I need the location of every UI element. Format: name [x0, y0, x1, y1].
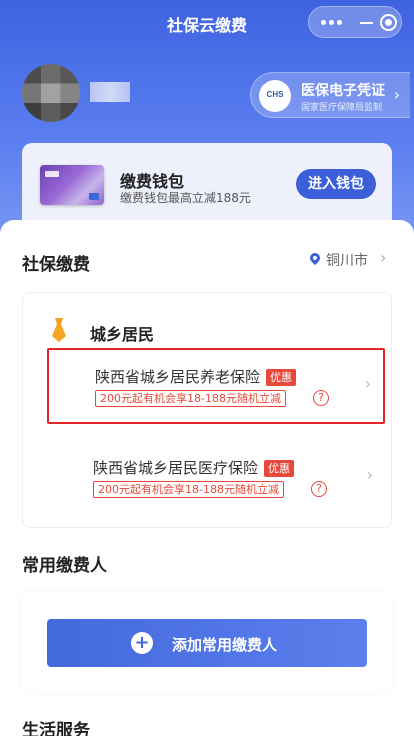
chevron-right-icon: ›: [380, 248, 387, 267]
add-payer-label: 添加常用缴费人: [172, 636, 278, 654]
wallet-description: 缴费钱包最高立减188元: [120, 191, 251, 205]
location-pin-icon: [307, 250, 323, 266]
enter-wallet-button[interactable]: 进入钱包: [296, 169, 376, 199]
chevron-right-icon: ›: [364, 374, 371, 393]
plus-icon: +: [131, 632, 153, 654]
title-bar: 社保云缴费: [0, 0, 414, 44]
help-icon[interactable]: ?: [311, 481, 327, 497]
tie-icon: [52, 318, 66, 342]
chs-logo-icon: CHS: [259, 80, 291, 112]
certificate-subtitle: 国家医疗保障局监制: [301, 103, 383, 113]
medical-insurance-certificate-button[interactable]: CHS 医保电子凭证 国家医疗保障局监制 ›: [250, 72, 410, 118]
minimize-icon[interactable]: [360, 22, 373, 24]
payers-box: + 添加常用缴费人: [22, 592, 392, 692]
avatar: [22, 64, 80, 122]
chevron-right-icon: ›: [366, 465, 373, 484]
main-card: 社保缴费 铜川市 › 城乡居民 陕西省城乡居民养老保险 优惠 200元起有机会享1…: [0, 220, 414, 736]
help-icon[interactable]: ?: [313, 390, 329, 406]
chevron-right-icon: ›: [393, 85, 400, 104]
category-label: 城乡居民: [90, 325, 155, 344]
insurance-name: 陕西省城乡居民医疗保险: [93, 459, 259, 477]
more-icon[interactable]: [321, 20, 343, 26]
certificate-title: 医保电子凭证: [301, 83, 385, 99]
insurance-item-pension[interactable]: 陕西省城乡居民养老保险 优惠 200元起有机会享18-188元随机立减 ? ›: [47, 348, 385, 424]
insurance-name: 陕西省城乡居民养老保险: [95, 368, 261, 386]
location-city: 铜川市: [326, 253, 368, 269]
payers-section-title: 常用缴费人: [22, 556, 107, 576]
discount-badge: 优惠: [264, 460, 295, 477]
insurance-list-box: 城乡居民 陕西省城乡居民养老保险 优惠 200元起有机会享18-188元随机立减 …: [22, 292, 392, 528]
add-payer-button[interactable]: + 添加常用缴费人: [47, 619, 367, 667]
user-name-blurred: [90, 82, 130, 102]
life-services-section-title: 生活服务: [22, 721, 90, 736]
bank-card-image: [40, 165, 104, 205]
close-target-icon[interactable]: [380, 14, 397, 31]
item-name-row: 陕西省城乡居民养老保险 优惠: [95, 366, 297, 387]
insurance-item-medical[interactable]: 陕西省城乡居民医疗保险 优惠 200元起有机会享18-188元随机立减 ? ›: [47, 441, 385, 517]
item-name-row: 陕西省城乡居民医疗保险 优惠: [93, 457, 295, 478]
promo-tag: 200元起有机会享18-188元随机立减: [93, 481, 284, 498]
mini-program-capsule: [308, 6, 402, 38]
discount-badge: 优惠: [266, 369, 297, 386]
social-pay-section-title: 社保缴费: [22, 255, 90, 275]
promo-tag: 200元起有机会享18-188元随机立减: [95, 390, 286, 407]
